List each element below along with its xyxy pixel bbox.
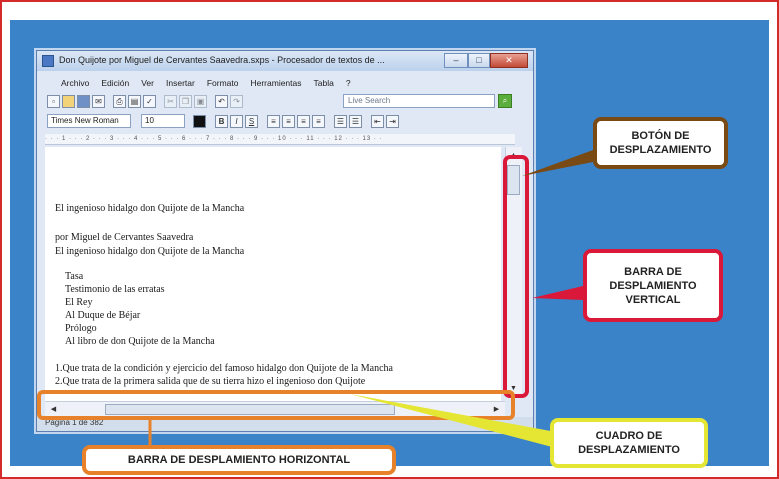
callout-barra-vertical: BARRA DE DESPLAMIENTO VERTICAL — [583, 249, 723, 322]
callout-boton-desplazamiento: BOTÓN DE DESPLAZAMIENTO — [593, 117, 728, 169]
boton-pointer — [522, 150, 593, 176]
barra-vertical-pointer — [532, 286, 583, 300]
callout-connectors — [148, 150, 593, 448]
callout-barra-horizontal: BARRA DE DESPLAMIENTO HORIZONTAL — [82, 445, 396, 475]
callout-cuadro-desplazamiento: CUADRO DE DESPLAZAMIENTO — [550, 418, 708, 468]
cuadro-pointer — [350, 394, 556, 448]
